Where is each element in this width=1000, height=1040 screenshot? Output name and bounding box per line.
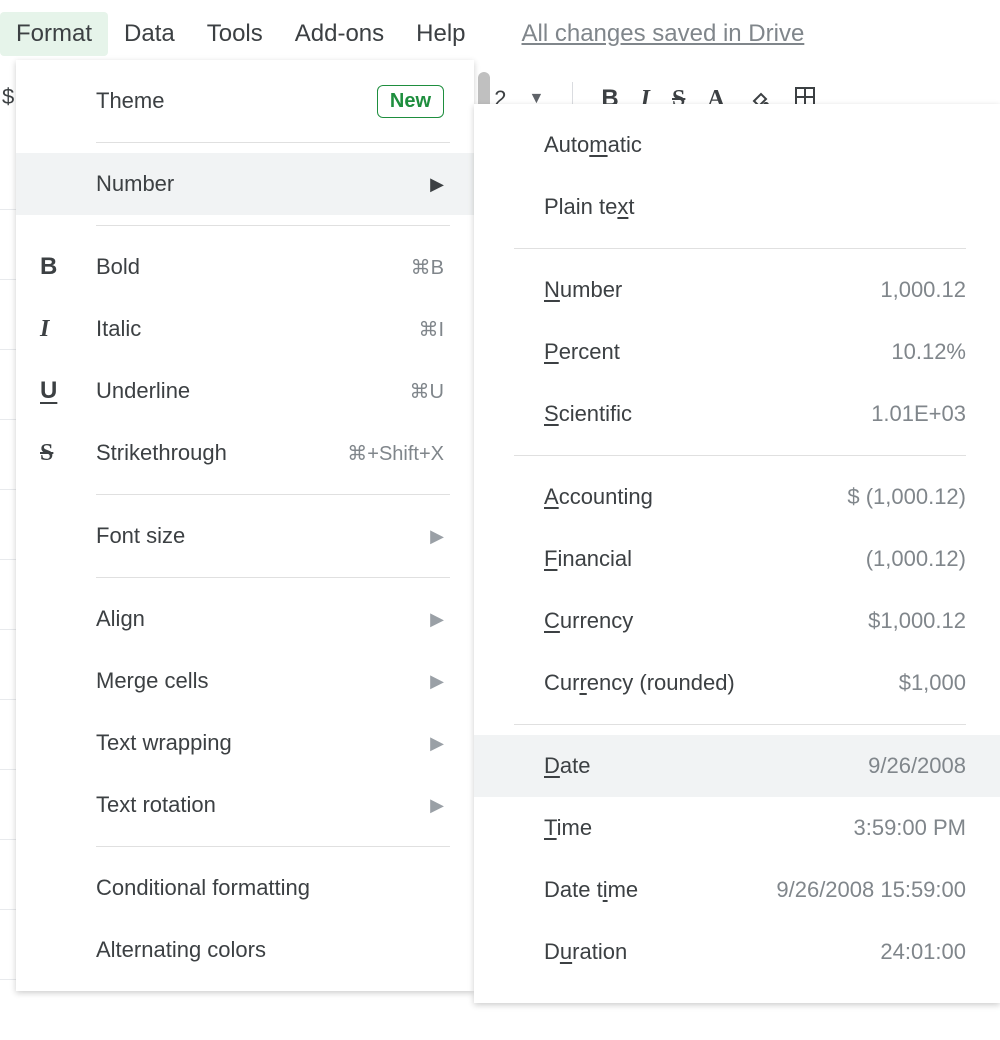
shortcut-label: ⌘+Shift+X <box>347 441 444 466</box>
menu-item-label: Conditional formatting <box>96 875 444 901</box>
menu-item-label: Align <box>96 606 430 632</box>
number-format-number[interactable]: Number 1,000.12 <box>474 259 1000 321</box>
menu-item-label: Accounting <box>544 484 653 510</box>
shortcut-label: ⌘I <box>418 317 444 342</box>
menu-help[interactable]: Help <box>400 12 481 56</box>
format-example: $ (1,000.12) <box>847 484 966 510</box>
menu-item-label: Strikethrough <box>96 440 347 466</box>
number-format-plain-text[interactable]: Plain text <box>474 176 1000 238</box>
menu-item-label: Font size <box>96 523 430 549</box>
menu-divider <box>96 225 450 226</box>
menu-item-italic[interactable]: I Italic ⌘I <box>16 298 474 360</box>
format-example: 3:59:00 PM <box>853 815 966 841</box>
submenu-arrow-icon: ▶ <box>430 795 444 816</box>
menu-item-text-rotation[interactable]: Text rotation ▶ <box>16 774 474 836</box>
menu-item-number[interactable]: Number ▶ <box>16 153 474 215</box>
menu-item-label: Text wrapping <box>96 730 430 756</box>
strikethrough-icon: S <box>40 440 96 467</box>
shortcut-label: ⌘U <box>410 379 444 404</box>
menu-item-label: Text rotation <box>96 792 430 818</box>
menu-item-label: Time <box>544 815 592 841</box>
number-format-percent[interactable]: Percent 10.12% <box>474 321 1000 383</box>
menu-addons[interactable]: Add-ons <box>279 12 400 56</box>
submenu-arrow-icon: ▶ <box>430 609 444 630</box>
menu-item-alternating-colors[interactable]: Alternating colors <box>16 919 474 981</box>
menu-item-label: Merge cells <box>96 668 430 694</box>
menu-data[interactable]: Data <box>108 12 191 56</box>
format-example: 1.01E+03 <box>871 401 966 427</box>
menu-item-label: Scientific <box>544 401 632 427</box>
save-status[interactable]: All changes saved in Drive <box>522 20 805 48</box>
menu-item-label: Automatic <box>544 132 642 158</box>
format-example: $1,000 <box>899 670 966 696</box>
format-example: (1,000.12) <box>866 546 966 572</box>
menu-item-label: Italic <box>96 316 418 342</box>
shortcut-label: ⌘B <box>411 255 444 280</box>
number-format-duration[interactable]: Duration 24:01:00 <box>474 921 1000 983</box>
number-format-submenu: Automatic Plain text Number 1,000.12 Per… <box>474 104 1000 1003</box>
number-format-date-time[interactable]: Date time 9/26/2008 15:59:00 <box>474 859 1000 921</box>
menu-divider <box>514 248 966 249</box>
menu-item-label: Duration <box>544 939 627 965</box>
menu-item-label: Number <box>544 277 622 303</box>
menu-item-conditional-formatting[interactable]: Conditional formatting <box>16 857 474 919</box>
menu-item-label: Percent <box>544 339 620 365</box>
menu-divider <box>96 577 450 578</box>
number-format-currency[interactable]: Currency $1,000.12 <box>474 590 1000 652</box>
menu-item-align[interactable]: Align ▶ <box>16 588 474 650</box>
menu-item-label: Underline <box>96 378 410 404</box>
menu-item-label: Alternating colors <box>96 937 444 963</box>
menu-tools[interactable]: Tools <box>191 12 279 56</box>
menu-item-strikethrough[interactable]: S Strikethrough ⌘+Shift+X <box>16 422 474 484</box>
format-example: 9/26/2008 <box>868 753 966 779</box>
menu-item-label: Financial <box>544 546 632 572</box>
format-example: 1,000.12 <box>880 277 966 303</box>
menu-divider <box>514 455 966 456</box>
bold-icon: B <box>40 253 96 281</box>
toolbar-currency-icon[interactable]: $ <box>2 84 14 110</box>
menu-item-label: Theme <box>96 88 377 114</box>
submenu-arrow-icon: ▶ <box>430 733 444 754</box>
menu-divider <box>96 142 450 143</box>
number-format-date[interactable]: Date 9/26/2008 <box>474 735 1000 797</box>
menu-item-label: Currency (rounded) <box>544 670 735 696</box>
menu-item-label: Date time <box>544 877 638 903</box>
number-format-scientific[interactable]: Scientific 1.01E+03 <box>474 383 1000 445</box>
underline-icon: U <box>40 377 96 405</box>
format-example: 9/26/2008 15:59:00 <box>776 877 966 903</box>
number-format-automatic[interactable]: Automatic <box>474 114 1000 176</box>
number-format-currency-rounded[interactable]: Currency (rounded) $1,000 <box>474 652 1000 714</box>
number-format-accounting[interactable]: Accounting $ (1,000.12) <box>474 466 1000 528</box>
number-format-time[interactable]: Time 3:59:00 PM <box>474 797 1000 859</box>
menu-item-label: Number <box>96 171 430 197</box>
menu-item-bold[interactable]: B Bold ⌘B <box>16 236 474 298</box>
menu-format[interactable]: Format <box>0 12 108 56</box>
new-badge: New <box>377 85 444 118</box>
menu-item-label: Plain text <box>544 194 635 220</box>
menu-item-underline[interactable]: U Underline ⌘U <box>16 360 474 422</box>
menu-item-text-wrapping[interactable]: Text wrapping ▶ <box>16 712 474 774</box>
submenu-arrow-icon: ▶ <box>430 174 444 195</box>
menu-divider <box>96 494 450 495</box>
menu-item-label: Currency <box>544 608 633 634</box>
format-example: 24:01:00 <box>880 939 966 965</box>
menu-divider <box>96 846 450 847</box>
submenu-arrow-icon: ▶ <box>430 526 444 547</box>
format-example: 10.12% <box>891 339 966 365</box>
format-dropdown: Theme New Number ▶ B Bold ⌘B I Italic ⌘I… <box>16 60 474 991</box>
menu-item-label: Date <box>544 753 590 779</box>
menu-item-label: Bold <box>96 254 411 280</box>
menu-item-font-size[interactable]: Font size ▶ <box>16 505 474 567</box>
menu-divider <box>514 724 966 725</box>
submenu-arrow-icon: ▶ <box>430 671 444 692</box>
format-example: $1,000.12 <box>868 608 966 634</box>
italic-icon: I <box>40 316 96 343</box>
number-format-financial[interactable]: Financial (1,000.12) <box>474 528 1000 590</box>
menu-item-merge-cells[interactable]: Merge cells ▶ <box>16 650 474 712</box>
menu-item-theme[interactable]: Theme New <box>16 70 474 132</box>
